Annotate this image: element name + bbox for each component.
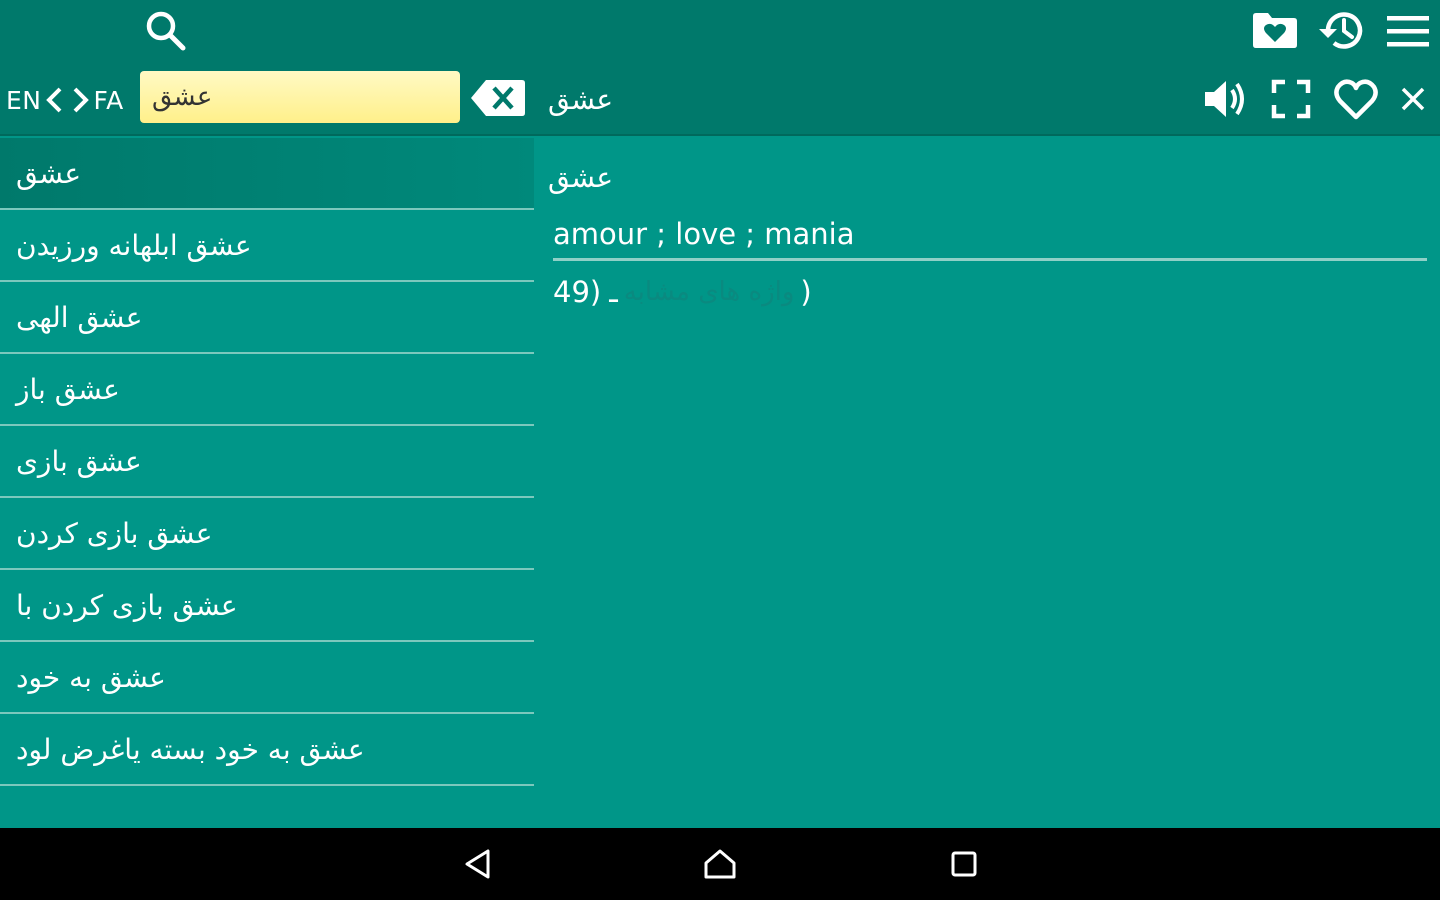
detail-translation: amour ; love ; mania: [553, 217, 855, 251]
home-icon: [704, 849, 736, 879]
recents-square-icon: [951, 851, 977, 877]
list-item[interactable]: عشق به خود بسته یاغرض لود: [0, 714, 534, 786]
top-toolbar: EN FA عشق: [0, 0, 1440, 136]
menu-icon: [1387, 16, 1429, 47]
detail-divider: [553, 258, 1427, 261]
detail-note: 49) ـ واژه های مشابه ): [553, 272, 812, 312]
chevron-left-icon: [45, 87, 61, 113]
similar-words-link[interactable]: واژه های مشابه: [624, 272, 795, 312]
fullscreen-icon: [1271, 79, 1311, 119]
history-icon: [1319, 12, 1363, 49]
list-item[interactable]: عشق بازی کردن: [0, 498, 534, 570]
clear-search-button[interactable]: [470, 78, 526, 118]
backspace-clear-icon: [471, 80, 525, 116]
note-close: ): [800, 275, 812, 309]
speaker-icon: [1205, 81, 1244, 117]
lang-to: FA: [93, 85, 124, 115]
word-list: عشق عشق ابلهانه ورزیدن عشق الهی عشق باز …: [0, 138, 534, 828]
system-nav-bar: [0, 828, 1440, 900]
list-item[interactable]: عشق: [0, 138, 534, 210]
favorite-button[interactable]: [1330, 74, 1382, 124]
favorites-folder-button[interactable]: [1250, 8, 1300, 52]
nav-home-button[interactable]: [698, 844, 742, 884]
fullscreen-button[interactable]: [1268, 76, 1314, 122]
nav-back-button[interactable]: [456, 844, 500, 884]
chevron-right-icon: [73, 87, 89, 113]
app-root: EN FA عشق عشق عشق عشق ابلهانه ورزیدن عشق…: [0, 0, 1440, 828]
heart-outline-icon: [1334, 79, 1378, 120]
language-switch[interactable]: EN FA: [6, 80, 124, 120]
lang-from: EN: [6, 85, 42, 115]
favorites-folder-icon: [1253, 13, 1297, 48]
search-icon: [146, 11, 186, 51]
list-item[interactable]: عشق الهی: [0, 282, 534, 354]
menu-button[interactable]: [1383, 10, 1433, 52]
detail-panel: عشق amour ; love ; mania 49) ـ واژه های …: [534, 138, 1440, 828]
note-dash: ـ: [609, 275, 618, 309]
list-item[interactable]: عشق بازی: [0, 426, 534, 498]
close-icon: [1401, 87, 1425, 111]
back-triangle-icon: [465, 849, 490, 879]
list-item[interactable]: عشق به خود: [0, 642, 534, 714]
search-input[interactable]: [140, 71, 460, 123]
header-word: عشق: [548, 83, 614, 116]
detail-word: عشق: [548, 161, 614, 194]
list-item[interactable]: عشق ابلهانه ورزیدن: [0, 210, 534, 282]
note-number: 49): [553, 275, 602, 309]
search-button[interactable]: [140, 6, 190, 54]
nav-recents-button[interactable]: [942, 844, 986, 884]
close-button[interactable]: [1396, 82, 1430, 116]
history-button[interactable]: [1315, 6, 1367, 54]
list-item[interactable]: عشق بازی کردن با: [0, 570, 534, 642]
speak-button[interactable]: [1200, 76, 1250, 122]
list-item[interactable]: عشق باز: [0, 354, 534, 426]
